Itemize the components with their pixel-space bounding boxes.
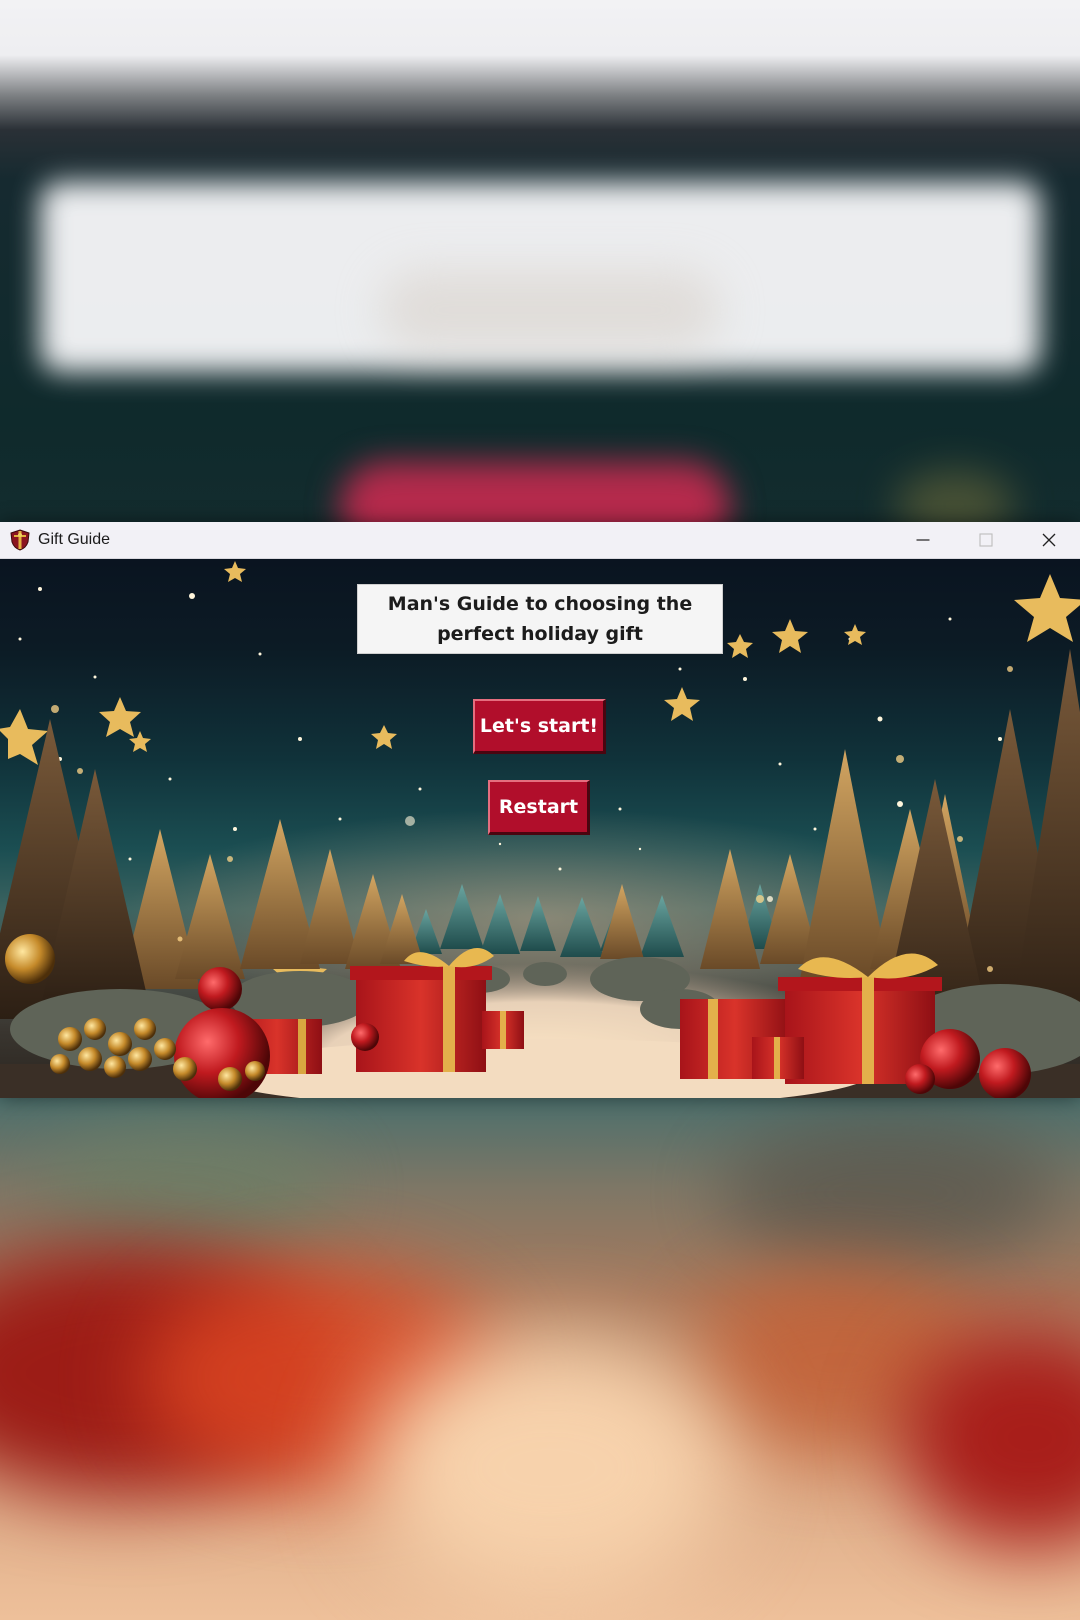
christmas-scene: Man's Guide to choosing the perfect holi… (0, 559, 1080, 1098)
blurred-button (340, 462, 730, 522)
blurred-shape (370, 1338, 730, 1598)
blurred-background-top (0, 0, 1080, 522)
window-title: Gift Guide (38, 531, 111, 548)
maximize-button[interactable] (954, 522, 1017, 559)
minimize-icon (916, 539, 929, 541)
blurred-shape (720, 1118, 1060, 1268)
gift-shield-icon (10, 529, 30, 551)
title-bar[interactable]: Gift Guide (0, 522, 1080, 559)
close-icon (1042, 533, 1055, 547)
app-window: Gift Guide Man's Guide to choosing the p… (0, 522, 1080, 1098)
close-button[interactable] (1017, 522, 1080, 559)
maximize-icon (978, 533, 993, 547)
blurred-shape (40, 1128, 340, 1248)
minimize-button[interactable] (891, 522, 954, 559)
restart-button[interactable]: Restart (488, 780, 590, 835)
blurred-banner-detail (380, 270, 720, 350)
blurred-background-bottom (0, 1098, 1080, 1620)
guide-heading: Man's Guide to choosing the perfect holi… (357, 584, 723, 654)
start-button[interactable]: Let's start! (473, 699, 606, 754)
blurred-ornament (895, 470, 1015, 522)
